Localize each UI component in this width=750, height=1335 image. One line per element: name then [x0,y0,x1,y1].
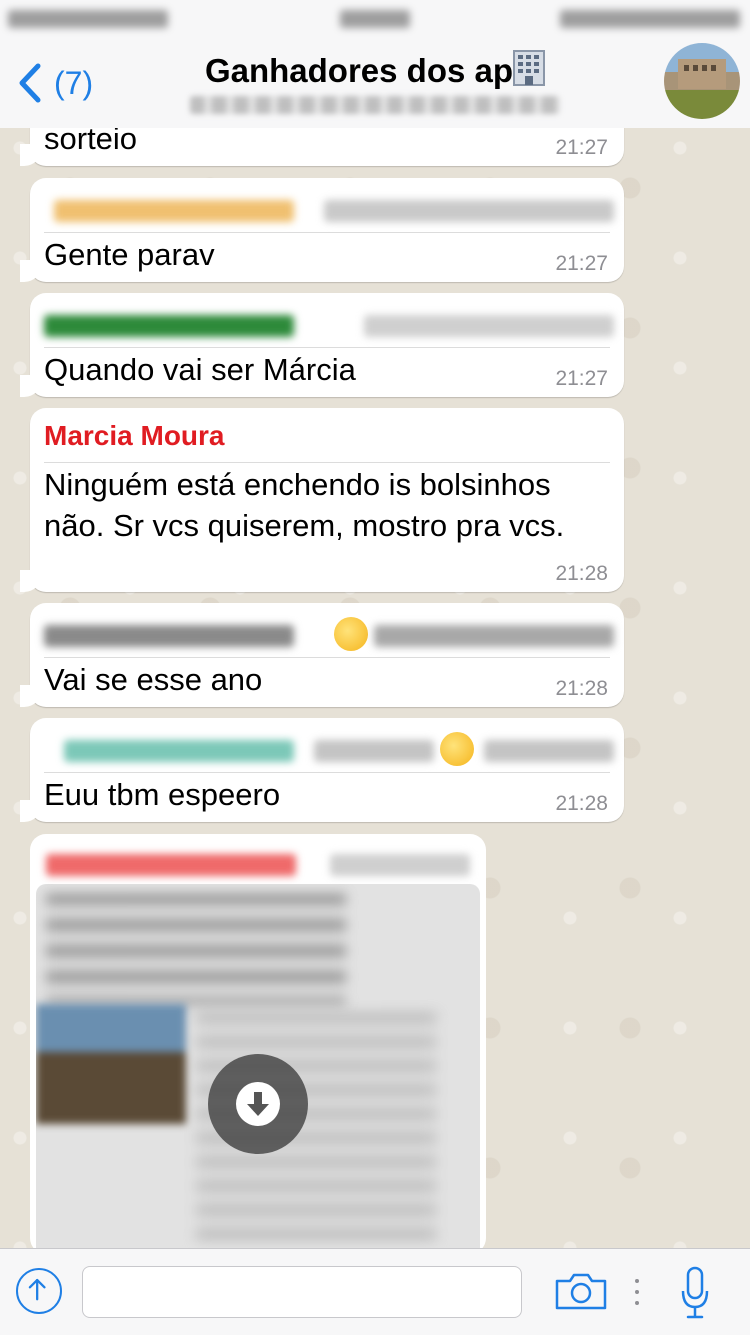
message-time: 21:28 [555,562,608,585]
share-arrow-icon [28,1278,46,1301]
status-bar [0,0,750,40]
sender-phone-blur [44,315,294,337]
microphone-icon[interactable] [680,1265,710,1321]
sender-header-blurred [44,303,614,348]
sender-name-blur [374,625,614,647]
nav-bar: (7) Ganhadores dos ap [0,40,750,129]
message-bubble[interactable]: Quando vai ser Márcia 21:27 [20,293,624,397]
sender-header-blurred [44,613,614,658]
message-bubble[interactable]: Vai se esse ano 21:28 [20,603,624,707]
participants-subtitle-blur [190,96,560,114]
status-time-blur [340,10,410,28]
message-input[interactable] [82,1266,522,1318]
sender-phone-blur [64,740,294,762]
unread-count: (7) [54,64,94,101]
back-button[interactable]: (7) [12,58,93,108]
message-time: 21:28 [555,677,608,700]
bubble-tail [20,685,42,707]
sender-header-blurred [44,728,614,773]
message-bubble[interactable]: sorteio 21:27 [20,128,624,166]
sender-name-blur [484,740,614,762]
message-time: 21:27 [555,367,608,390]
sender-phone-blur [44,625,294,647]
sender-header-blurred [40,842,476,878]
emoji-icon [334,617,368,651]
download-arrow-icon [236,1082,280,1126]
message-text: Vai se esse ano [44,662,263,697]
kiss-emoji-icon [440,732,474,766]
camera-icon[interactable] [554,1271,608,1311]
status-signal-blur [8,10,168,28]
chat-title-text: Ganhadores dos ap [204,52,514,89]
sender-name-blur [324,200,614,222]
bubble-tail [20,144,42,166]
message-bubble[interactable]: Euu tbm espeero 21:28 [20,718,624,822]
message-time: 21:28 [555,792,608,815]
chat-area[interactable]: sorteio 21:27 Gente parav 21:27 Quando v… [0,128,750,1248]
sender-header-blurred [44,188,614,233]
sender-phone-blur [46,854,296,876]
message-text: sorteio [44,128,138,156]
image-message[interactable] [30,834,486,1248]
message-text: Quando vai ser Márcia [44,352,356,387]
chat-title[interactable]: Ganhadores dos ap [150,50,600,90]
bubble-tail [20,800,42,822]
share-button[interactable] [16,1268,62,1314]
message-time: 21:27 [555,252,608,275]
bubble-tail [20,375,42,397]
download-arrow-svg [247,1092,269,1116]
group-avatar[interactable] [664,43,740,119]
office-building-icon [513,50,546,86]
sender-name-blur [330,854,470,876]
chevron-left-icon [19,63,41,103]
image-blur-photo [36,1004,186,1124]
sender-name-blur [364,315,614,337]
avatar-building-picture [678,59,726,89]
more-dots-icon [635,1279,639,1305]
sender-header: Marcia Moura [44,418,610,463]
message-bubble[interactable]: Gente parav 21:27 [20,178,624,282]
status-battery-blur [560,10,740,28]
image-blur-text [46,894,346,1004]
message-text: Ninguém está enchendo is bolsinhos não. … [44,467,565,543]
bubble-tail [20,260,42,282]
download-button[interactable] [208,1054,308,1154]
message-input-bar [0,1248,750,1335]
sender-name-blur [314,740,434,762]
bubble-tail [20,570,42,592]
message-text: Gente parav [44,237,215,272]
sender-phone-blur [54,200,294,222]
message-text: Euu tbm espeero [44,777,281,812]
message-time: 21:27 [555,136,608,159]
message-bubble[interactable]: Marcia Moura Ninguém está enchendo is bo… [20,408,624,592]
sender-name[interactable]: Marcia Moura [44,420,225,452]
